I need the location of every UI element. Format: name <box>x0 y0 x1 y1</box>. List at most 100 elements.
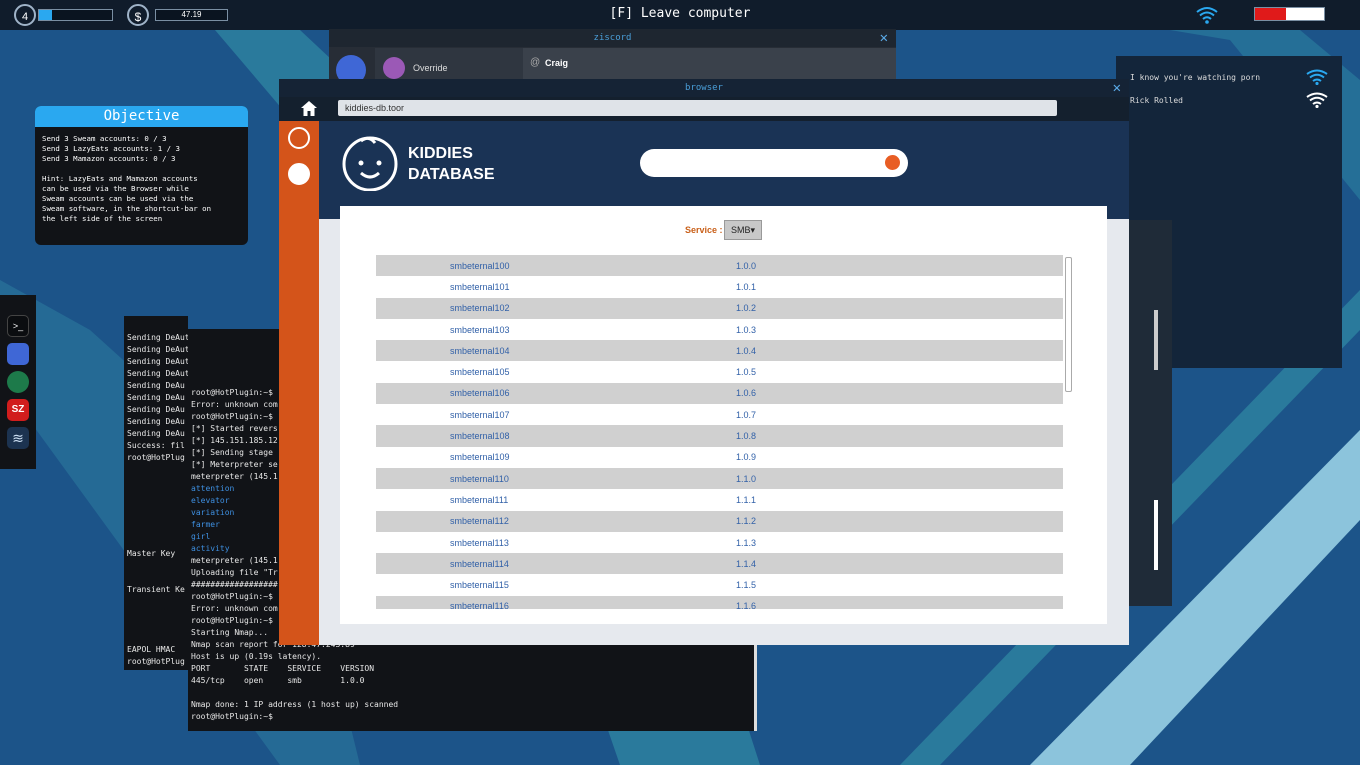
terminal-line: Nmap done: 1 IP address (1 host up) scan… <box>191 700 399 709</box>
sweam-icon[interactable]: ≋ <box>7 427 29 449</box>
table-row[interactable]: smbeternal113 1.1.3 <box>376 532 1063 553</box>
terminal-line: Transient Ke <box>127 585 185 594</box>
row-version: 1.1.4 <box>736 558 757 569</box>
chat-username[interactable]: Craig <box>545 58 568 68</box>
row-version: 1.0.9 <box>736 452 757 463</box>
leave-computer-hint: [F] Leave computer <box>609 6 751 21</box>
table-row[interactable]: smbeternal100 1.0.0 <box>376 255 1063 277</box>
row-name[interactable]: smbeternal101 <box>376 282 736 292</box>
row-version: 1.1.6 <box>736 601 757 609</box>
table-row[interactable]: smbeternal101 1.0.1 <box>376 276 1063 297</box>
row-name[interactable]: smbeternal115 <box>376 580 736 590</box>
table-row[interactable]: smbeternal108 1.0.8 <box>376 425 1063 447</box>
row-name[interactable]: smbeternal109 <box>376 452 736 462</box>
close-icon[interactable]: ✕ <box>880 30 888 46</box>
browser-globe-icon[interactable] <box>7 371 29 393</box>
row-name[interactable]: smbeternal104 <box>376 346 736 356</box>
row-name[interactable]: smbeternal105 <box>376 367 736 377</box>
wifi-network-icon[interactable] <box>1306 92 1328 108</box>
table-row[interactable]: smbeternal109 1.0.9 <box>376 447 1063 468</box>
table-row[interactable]: smbeternal105 1.0.5 <box>376 361 1063 382</box>
table-row[interactable]: smbeternal107 1.0.7 <box>376 404 1063 425</box>
ziscord-titlebar: ziscord ✕ <box>329 29 896 47</box>
results-scrollbar[interactable] <box>1065 257 1072 392</box>
row-name[interactable]: smbeternal103 <box>376 325 736 335</box>
row-name[interactable]: smbeternal116 <box>376 601 736 609</box>
terminal-icon[interactable]: >_ <box>7 315 29 337</box>
browser-toolbar: kiddies-db.toor <box>279 97 1129 121</box>
table-row[interactable]: smbeternal111 1.1.1 <box>376 489 1063 510</box>
row-name[interactable]: smbeternal106 <box>376 388 736 398</box>
ziscord-icon[interactable] <box>7 343 29 365</box>
at-icon: @ <box>530 57 541 68</box>
results-table[interactable]: smbeternal100 1.0.0 smbeternal101 1.0.1 smbe… <box>376 255 1063 609</box>
terminal-line: Sending DeAu <box>127 417 185 426</box>
scrollbar-thumb[interactable] <box>1154 500 1158 570</box>
terminal-line: Sending DeAu <box>127 381 185 390</box>
terminal-1-output: Sending DeAuth to broadcast -- Sending De… <box>127 332 188 668</box>
browser-titlebar: browser ✕ <box>279 79 1129 97</box>
terminal-line: Master Key <box>127 549 176 558</box>
site-title-line-2: DATABASE <box>408 166 495 183</box>
terminal-line: Sending DeAuth to broadcast -- <box>127 345 188 354</box>
table-row[interactable]: smbeternal114 1.1.4 <box>376 553 1063 575</box>
baby-face-icon[interactable] <box>288 127 310 149</box>
notification-text-2[interactable]: Rick Rolled <box>1130 96 1183 105</box>
ziscord-title: ziscord <box>593 33 632 43</box>
row-name[interactable]: smbeternal113 <box>376 538 736 548</box>
row-name[interactable]: smbeternal108 <box>376 431 736 441</box>
terminal-window-1[interactable]: Sending DeAuth to broadcast -- Sending De… <box>124 316 188 670</box>
table-row[interactable]: smbeternal112 1.1.2 <box>376 510 1063 532</box>
terminal-line: Sending DeAuth to broadcast -- <box>127 333 188 342</box>
background-window-edge <box>1128 220 1172 606</box>
table-row[interactable]: smbeternal116 1.1.6 <box>376 595 1063 609</box>
home-icon[interactable] <box>301 101 317 116</box>
table-row[interactable]: smbeternal102 1.0.2 <box>376 297 1063 319</box>
row-version: 1.1.0 <box>736 473 757 484</box>
site-search-input[interactable] <box>640 149 908 177</box>
close-icon[interactable]: ✕ <box>1113 80 1121 96</box>
server-avatar[interactable] <box>383 57 405 79</box>
row-name[interactable]: smbeternal100 <box>376 261 736 271</box>
row-name[interactable]: smbeternal114 <box>376 559 736 569</box>
table-row[interactable]: smbeternal115 1.1.5 <box>376 574 1063 595</box>
row-version: 1.1.2 <box>736 516 757 527</box>
row-name[interactable]: smbeternal107 <box>376 410 736 420</box>
table-row[interactable]: smbeternal106 1.0.6 <box>376 382 1063 405</box>
row-version: 1.0.5 <box>736 367 757 378</box>
terminal-line: 445/tcp open smb 1.0.0 <box>191 676 365 685</box>
chevron-down-icon: ▾ <box>750 225 756 235</box>
notification-text-1[interactable]: I know you're watching porn <box>1130 73 1260 82</box>
browser-window[interactable]: browser ✕ kiddies-db.toor KIDDIES DATABA… <box>279 79 1129 645</box>
row-version: 1.0.8 <box>736 431 757 442</box>
objective-panel: Objective Send 3 Sweam accounts: 0 / 3 S… <box>35 106 248 245</box>
scrollbar-thumb[interactable] <box>1154 310 1158 370</box>
url-bar[interactable]: kiddies-db.toor <box>338 100 1057 116</box>
row-name[interactable]: smbeternal111 <box>376 495 736 505</box>
pacifier-search-icon[interactable] <box>885 155 900 170</box>
server-name[interactable]: Override <box>413 63 448 73</box>
wifi-icon[interactable] <box>1196 6 1218 24</box>
site-sidebar <box>279 121 319 645</box>
row-name[interactable]: smbeternal112 <box>376 516 736 526</box>
wifi-network-icon[interactable] <box>1306 69 1328 85</box>
row-version: 1.1.5 <box>736 580 757 591</box>
service-select[interactable]: SMB▾ <box>724 220 762 240</box>
row-version: 1.0.3 <box>736 324 757 335</box>
terminal-line: Success: fil <box>127 441 185 450</box>
table-row[interactable]: smbeternal104 1.0.4 <box>376 340 1063 362</box>
terminal-line: root@HotPlug <box>127 453 185 462</box>
table-row[interactable]: smbeternal103 1.0.3 <box>376 319 1063 340</box>
terminal-line: Sending DeAuth to broadcast -- <box>127 357 188 366</box>
pacifier-icon[interactable] <box>288 163 310 185</box>
lazyeats-icon[interactable]: SZ <box>7 399 29 421</box>
terminal-line: root@HotPlugin:~$ <box>191 712 273 721</box>
row-name[interactable]: smbeternal102 <box>376 303 736 313</box>
row-name[interactable]: smbeternal110 <box>376 474 736 484</box>
table-row[interactable]: smbeternal110 1.1.0 <box>376 467 1063 490</box>
